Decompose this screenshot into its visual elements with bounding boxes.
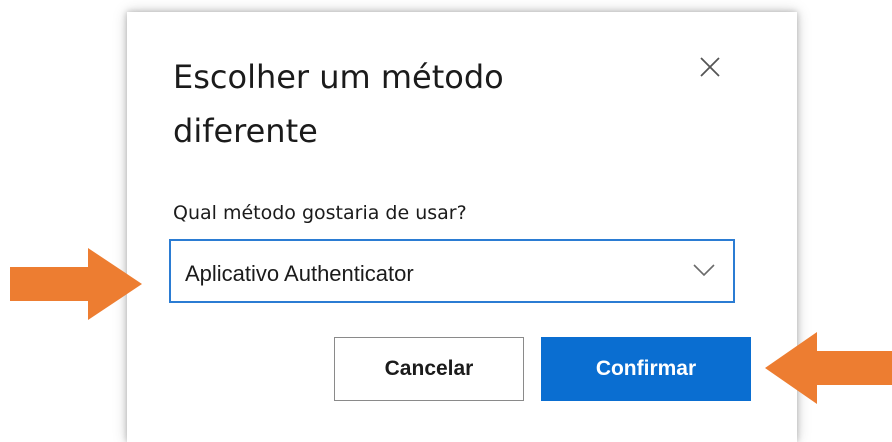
arrow-icon (765, 332, 892, 404)
choose-method-dialog: Escolher um método diferente Qual método… (127, 12, 797, 442)
cancel-button[interactable]: Cancelar (334, 337, 524, 401)
arrow-icon (10, 248, 142, 320)
dialog-title: Escolher um método diferente (173, 58, 504, 150)
chevron-down-icon (693, 263, 715, 277)
close-button[interactable] (695, 52, 725, 82)
method-question-label: Qual método gostaria de usar? (173, 202, 467, 224)
screenshot-stage: Escolher um método diferente Qual método… (0, 0, 892, 442)
confirm-button[interactable]: Confirmar (541, 337, 751, 401)
method-select[interactable]: Aplicativo Authenticator (169, 239, 735, 303)
method-select-value: Aplicativo Authenticator (185, 261, 414, 286)
close-icon (695, 52, 725, 82)
